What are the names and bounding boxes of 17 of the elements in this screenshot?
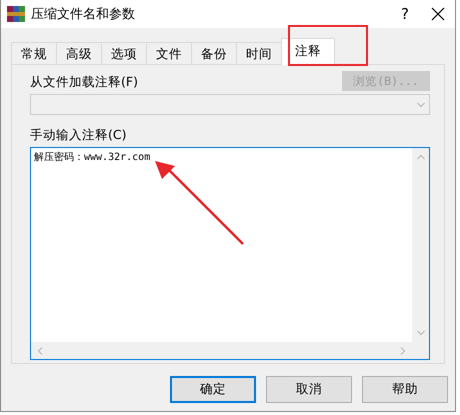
window-title: 压缩文件名和参数 bbox=[31, 6, 136, 23]
chevron-left-icon[interactable] bbox=[37, 346, 43, 354]
chevron-down-icon[interactable] bbox=[416, 330, 424, 336]
chevron-up-icon[interactable] bbox=[416, 154, 424, 160]
horizontal-scrollbar[interactable] bbox=[31, 342, 412, 359]
chevron-right-icon[interactable] bbox=[400, 346, 406, 354]
archive-icon bbox=[7, 6, 25, 22]
tab[interactable]: 常规 bbox=[11, 42, 57, 64]
field-label: 从文件加载注释(F) bbox=[30, 74, 138, 91]
tab[interactable]: 注释 bbox=[281, 38, 335, 65]
close-icon[interactable] bbox=[431, 7, 445, 21]
field-label: 手动输入注释(C) bbox=[30, 127, 128, 144]
help-button[interactable]: ? bbox=[385, 5, 425, 23]
vertical-scrollbar[interactable] bbox=[412, 148, 429, 342]
dialog-button[interactable]: 帮助 bbox=[362, 376, 448, 403]
dialog-button[interactable]: 取消 bbox=[266, 376, 352, 403]
dialog-button[interactable]: 确定 bbox=[170, 376, 256, 403]
